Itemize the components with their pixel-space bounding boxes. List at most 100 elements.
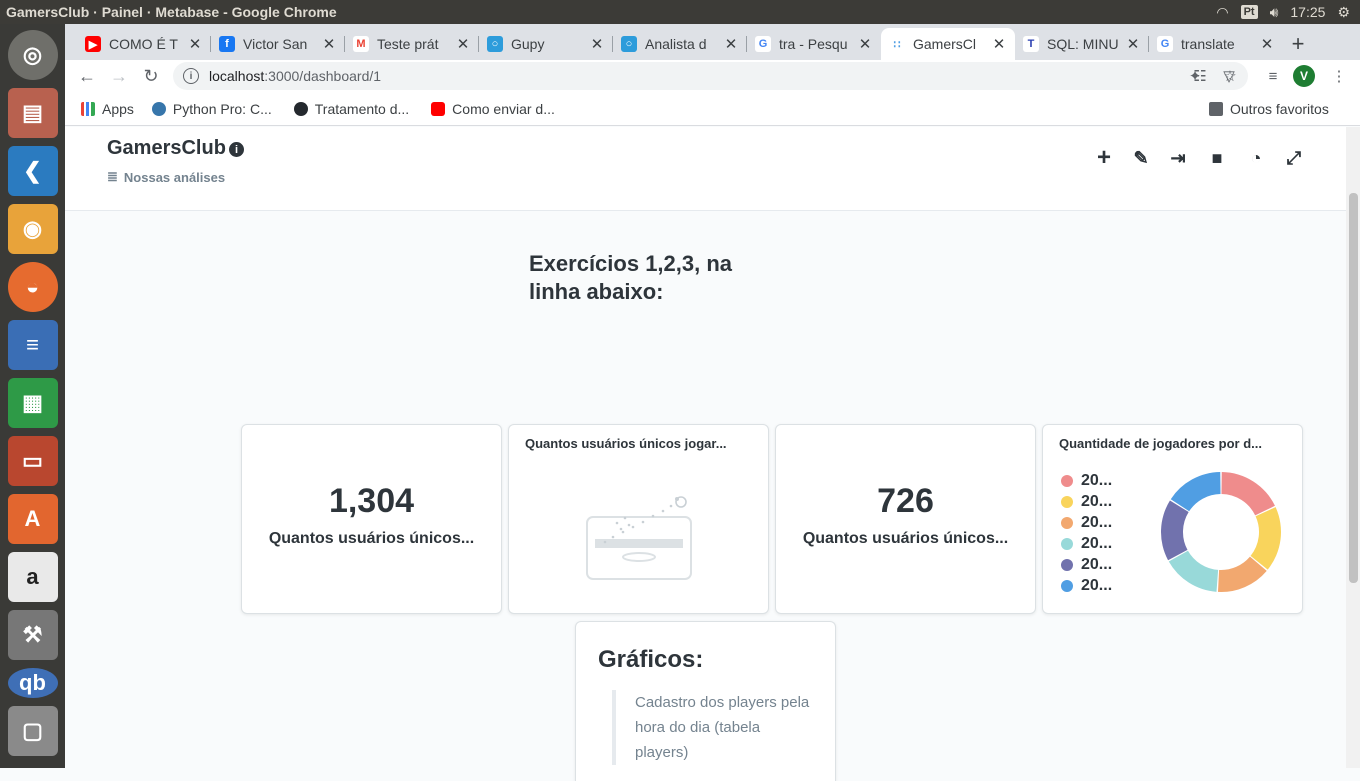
donut-slice[interactable]	[1221, 472, 1275, 516]
gupy-icon: ○	[621, 36, 637, 52]
tab-1[interactable]: f Victor San ✕	[211, 28, 345, 60]
new-tab-button[interactable]: +	[1283, 28, 1313, 60]
fullscreen-icon[interactable]: ⤢	[1283, 147, 1305, 169]
donut-slice[interactable]	[1168, 550, 1219, 592]
url-path: :3000/dashboard/1	[264, 68, 382, 84]
bookmark-python[interactable]: Python Pro: C...	[151, 101, 272, 117]
close-icon[interactable]: ✕	[991, 35, 1007, 53]
legend-item[interactable]: 20...	[1061, 512, 1112, 533]
window-title: GamersClub · Painel · Metabase - Google …	[6, 4, 337, 20]
other-bookmarks[interactable]: Outros favoritos	[1209, 101, 1329, 117]
close-icon[interactable]: ✕	[723, 35, 739, 53]
back-arrow-icon[interactable]: ←	[71, 60, 103, 92]
extension-icon[interactable]: ✦	[1183, 64, 1207, 88]
graficos-heading: Gráficos:	[598, 646, 704, 673]
legend-item[interactable]: 20...	[1061, 491, 1112, 512]
bookmark-youtube[interactable]: Como enviar d...	[431, 101, 555, 117]
ubuntu-launcher: ◎ ▤ ❮ ◉ ◒ ≡ ▦ ▭ A a ⚒ qb ▢	[0, 24, 65, 768]
tab-7[interactable]: T SQL: MINU ✕	[1015, 28, 1149, 60]
legend-item[interactable]: 20...	[1061, 554, 1112, 575]
profile-avatar[interactable]: V	[1293, 65, 1315, 87]
tab-2[interactable]: M Teste prát ✕	[345, 28, 479, 60]
writer-icon[interactable]: ≡	[7, 320, 58, 370]
firefox-icon[interactable]: ◒	[7, 262, 58, 312]
close-icon[interactable]: ✕	[321, 35, 337, 53]
qbittorrent-icon[interactable]: qb	[7, 668, 58, 698]
amazon-icon[interactable]: a	[7, 552, 58, 602]
wifi-icon[interactable]: ◠	[1216, 4, 1228, 21]
donut-slice[interactable]	[1161, 500, 1189, 561]
donut-slice[interactable]	[1250, 507, 1281, 570]
tab-0[interactable]: ▶ COMO É T ✕	[77, 28, 211, 60]
dashboard-header: GamersClub i ≣ Nossas análises + ✎ ⇥ ■ ◔ …	[65, 127, 1346, 211]
scalar-label[interactable]: Quantos usuários únicos...	[242, 530, 501, 548]
t-icon: T	[1023, 36, 1039, 52]
google-icon: G	[755, 36, 771, 52]
donut-chart[interactable]	[1159, 470, 1283, 594]
text-card-graficos: Gráficos: Cadastro dos players pela hora…	[575, 621, 836, 781]
card-title[interactable]: Quantidade de jogadores por d...	[1059, 436, 1262, 451]
forward-arrow-icon[interactable]: →	[103, 60, 135, 92]
tab-8[interactable]: Gtranslate ✕	[1149, 28, 1283, 60]
legend-item[interactable]: 20...	[1061, 575, 1112, 596]
address-bar[interactable]: i localhost:3000/dashboard/1 ☷ ☆	[173, 62, 1248, 90]
site-info-icon[interactable]: i	[183, 68, 199, 84]
tab-4[interactable]: ○ Analista d ✕	[613, 28, 747, 60]
collection-icon: ≣	[107, 169, 118, 184]
legend-swatch	[1061, 495, 1073, 508]
close-icon[interactable]: ✕	[187, 35, 203, 53]
collection-breadcrumb[interactable]: ≣ Nossas análises	[107, 169, 225, 185]
chrome-menu-icon[interactable]: ⋮	[1327, 64, 1351, 88]
chrome-icon[interactable]: ◉	[7, 204, 58, 254]
edit-pencil-icon[interactable]: ✎	[1130, 147, 1152, 169]
close-icon[interactable]: ✕	[1125, 35, 1141, 53]
gmail-icon: M	[353, 36, 369, 52]
share-icon[interactable]: ⇥	[1167, 147, 1189, 169]
page-scrollbar-thumb[interactable]	[1349, 193, 1358, 583]
empty-result-card[interactable]: Quantos usuários únicos jogar...	[508, 424, 769, 614]
donut-slice[interactable]	[1170, 472, 1221, 512]
system-settings-icon[interactable]: ⚒	[7, 610, 58, 660]
scalar-value: 726	[877, 482, 934, 520]
calc-icon[interactable]: ▦	[7, 378, 58, 428]
legend-label: 20...	[1081, 492, 1113, 510]
settings-gear-icon[interactable]: ⚙	[1337, 4, 1350, 21]
url-host: localhost	[209, 68, 265, 84]
tab-6-active[interactable]: ∷ GamersCl ✕	[881, 28, 1015, 60]
close-icon[interactable]: ✕	[1259, 35, 1275, 53]
clock[interactable]: 17:25	[1290, 4, 1325, 20]
legend-swatch	[1061, 579, 1073, 592]
dashboard-title: GamersClub	[107, 137, 226, 159]
card-title[interactable]: Quantos usuários únicos jogar...	[525, 436, 727, 451]
legend-item[interactable]: 20...	[1061, 470, 1112, 491]
history-clock-icon[interactable]: ◔	[1245, 147, 1267, 169]
scalar-label[interactable]: Quantos usuários únicos...	[776, 530, 1035, 548]
ubuntu-dash-icon[interactable]: ◎	[7, 30, 58, 80]
vue-devtools-icon[interactable]: ▽	[1217, 64, 1241, 88]
scanner-icon[interactable]: ▢	[7, 706, 58, 756]
bookmark-github[interactable]: Tratamento d...	[293, 101, 409, 117]
impress-icon[interactable]: ▭	[7, 436, 58, 486]
keyboard-layout[interactable]: Pt	[1240, 5, 1258, 19]
apps-grid-icon	[81, 101, 95, 116]
volume-icon[interactable]: 🔊︎	[1270, 4, 1279, 21]
vscode-icon[interactable]: ❮	[7, 146, 58, 196]
scalar-card-usuarios-unicos-2[interactable]: 726 Quantos usuários únicos...	[775, 424, 1036, 614]
software-center-icon[interactable]: A	[7, 494, 58, 544]
reload-icon[interactable]: ↻	[135, 60, 167, 92]
duplicate-icon[interactable]: ■	[1206, 147, 1228, 169]
legend-item[interactable]: 20...	[1061, 533, 1112, 554]
close-icon[interactable]: ✕	[857, 35, 873, 53]
bookmark-apps[interactable]: Apps	[81, 101, 134, 117]
close-icon[interactable]: ✕	[455, 35, 471, 53]
media-control-icon[interactable]: ≡	[1261, 64, 1285, 88]
donut-chart-card[interactable]: Quantidade de jogadores por d... 20... 20…	[1042, 424, 1303, 614]
add-card-icon[interactable]: +	[1093, 144, 1115, 171]
info-icon[interactable]: i	[229, 142, 244, 157]
files-icon[interactable]: ▤	[7, 88, 58, 138]
tab-5[interactable]: Gtra - Pesqu ✕	[747, 28, 881, 60]
scalar-card-usuarios-unicos[interactable]: 1,304 Quantos usuários únicos...	[241, 424, 502, 614]
close-icon[interactable]: ✕	[589, 35, 605, 53]
tab-3[interactable]: ○ Gupy ✕	[479, 28, 613, 60]
graficos-blockquote: Cadastro dos players pela hora do dia (t…	[612, 690, 812, 765]
